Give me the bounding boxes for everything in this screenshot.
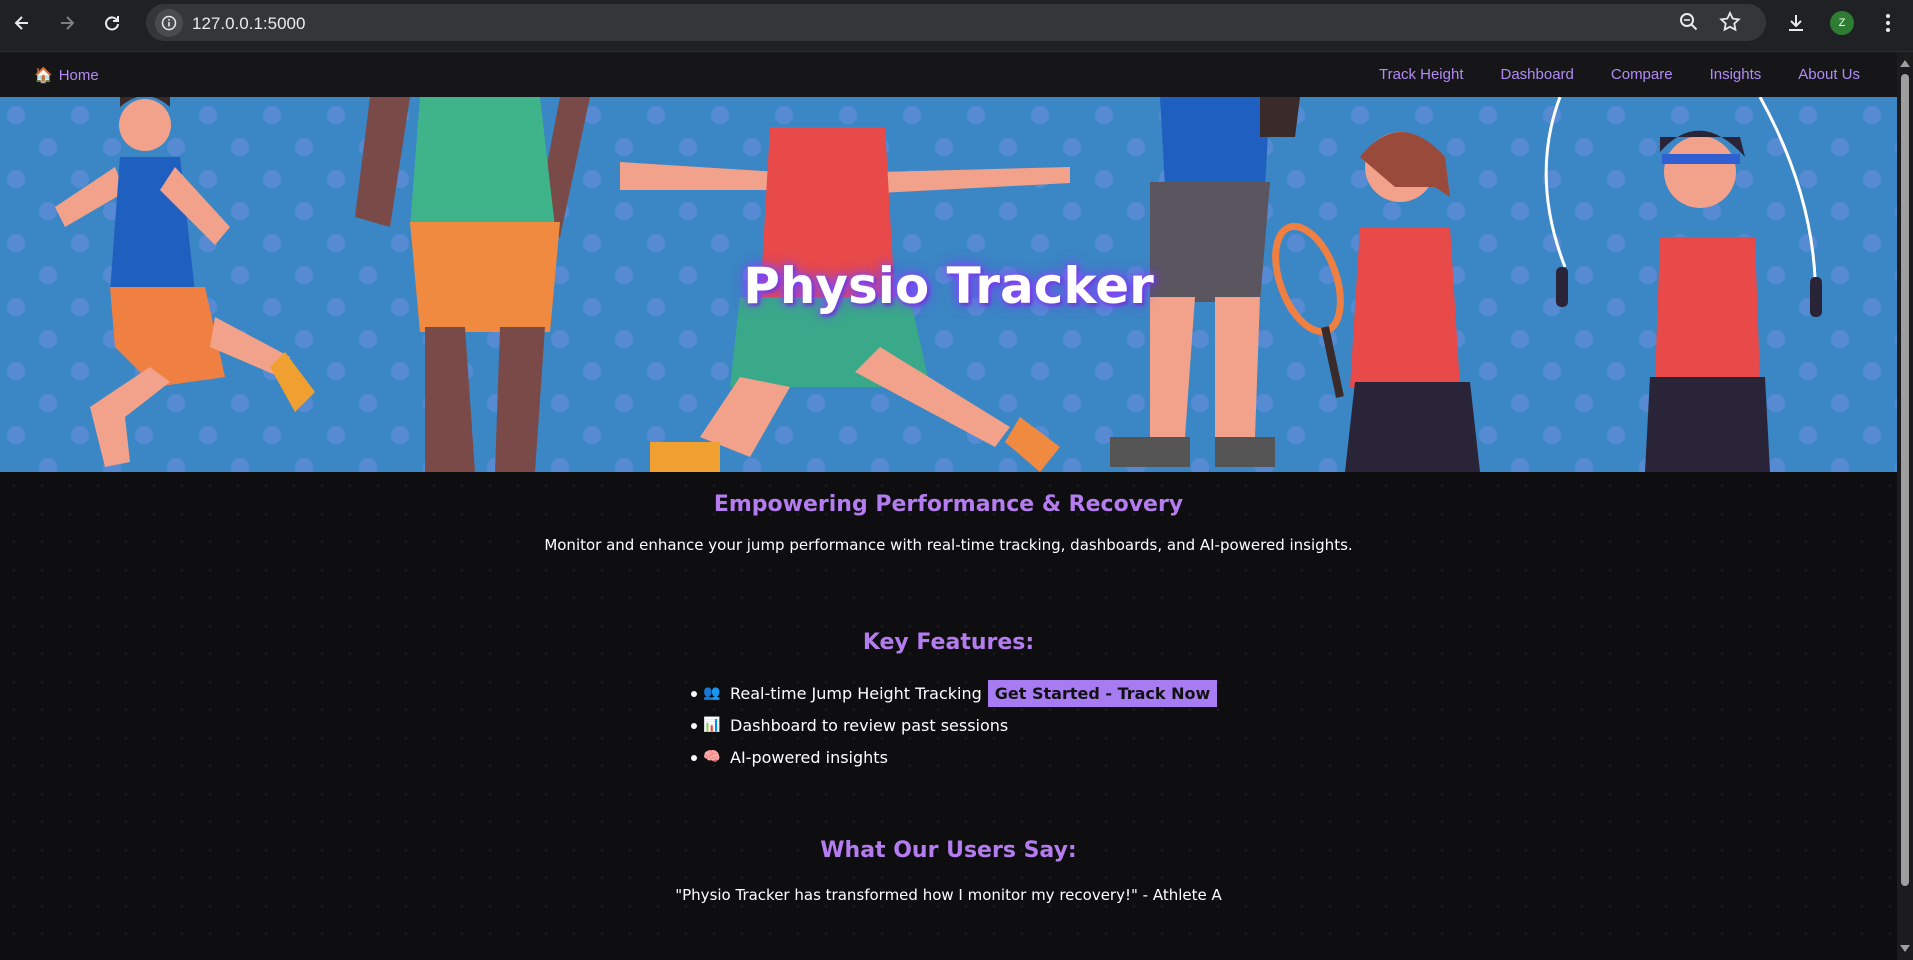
browser-toolbar: 127.0.0.1:5000 Z — [0, 0, 1913, 52]
nav-links: Track Height Dashboard Compare Insights … — [1379, 66, 1860, 83]
users-icon: 👥 — [703, 685, 721, 701]
nav-home-link[interactable]: 🏠 Home — [34, 66, 99, 85]
feature-item: 📊 Dashboard to review past sessions — [690, 709, 1217, 741]
zoom-icon[interactable] — [1678, 11, 1700, 37]
nav-dashboard-link[interactable]: Dashboard — [1501, 66, 1574, 83]
hero-title: Physio Tracker — [743, 257, 1154, 315]
hero-banner: Physio Tracker — [0, 97, 1897, 472]
site-info-icon[interactable] — [155, 9, 183, 37]
feature-text: Real-time Jump Height Tracking — [730, 683, 982, 703]
forward-icon[interactable] — [52, 8, 82, 38]
bar-chart-icon: 📊 — [703, 717, 721, 733]
back-icon[interactable] — [7, 8, 37, 38]
scrollbar-thumb[interactable] — [1901, 74, 1909, 886]
kebab-menu-icon[interactable] — [1873, 8, 1903, 38]
testimonials-heading: What Our Users Say: — [820, 838, 1077, 863]
feature-item: 👥 Real-time Jump Height Tracking Get Sta… — [690, 677, 1218, 709]
bookmark-star-icon[interactable] — [1718, 10, 1742, 38]
url-text[interactable]: 127.0.0.1:5000 — [192, 14, 305, 34]
profile-avatar[interactable]: Z — [1830, 11, 1854, 35]
features-list: 👥 Real-time Jump Height Tracking Get Sta… — [690, 677, 1218, 773]
testimonial-quote: "Physio Tracker has transformed how I mo… — [675, 886, 1222, 904]
top-navbar: 🏠 Home Track Height Dashboard Compare In… — [0, 52, 1897, 97]
feature-text: Dashboard to review past sessions — [730, 715, 1009, 735]
nav-track-height-link[interactable]: Track Height — [1379, 66, 1463, 83]
feature-text: AI-powered insights — [730, 747, 888, 767]
brain-icon: 🧠 — [703, 749, 721, 765]
nav-about-us-link[interactable]: About Us — [1798, 66, 1860, 83]
features-heading: Key Features: — [862, 630, 1035, 655]
page-scrollbar[interactable] — [1897, 52, 1913, 960]
nav-home-label: Home — [58, 66, 99, 84]
nav-insights-link[interactable]: Insights — [1710, 66, 1762, 83]
page-content: 🏠 Home Track Height Dashboard Compare In… — [0, 52, 1897, 960]
scroll-up-icon[interactable] — [1900, 60, 1910, 67]
intro-text: Monitor and enhance your jump performanc… — [544, 536, 1353, 554]
download-icon[interactable] — [1781, 8, 1811, 38]
reload-icon[interactable] — [97, 8, 127, 38]
home-icon: 🏠 — [34, 67, 53, 84]
feature-item: 🧠 AI-powered insights — [690, 741, 1217, 773]
get-started-button[interactable]: Get Started - Track Now — [987, 679, 1218, 707]
intro-heading: Empowering Performance & Recovery — [713, 492, 1184, 517]
address-bar[interactable]: 127.0.0.1:5000 — [146, 4, 1766, 41]
scroll-down-icon[interactable] — [1900, 945, 1910, 952]
nav-compare-link[interactable]: Compare — [1611, 66, 1673, 83]
